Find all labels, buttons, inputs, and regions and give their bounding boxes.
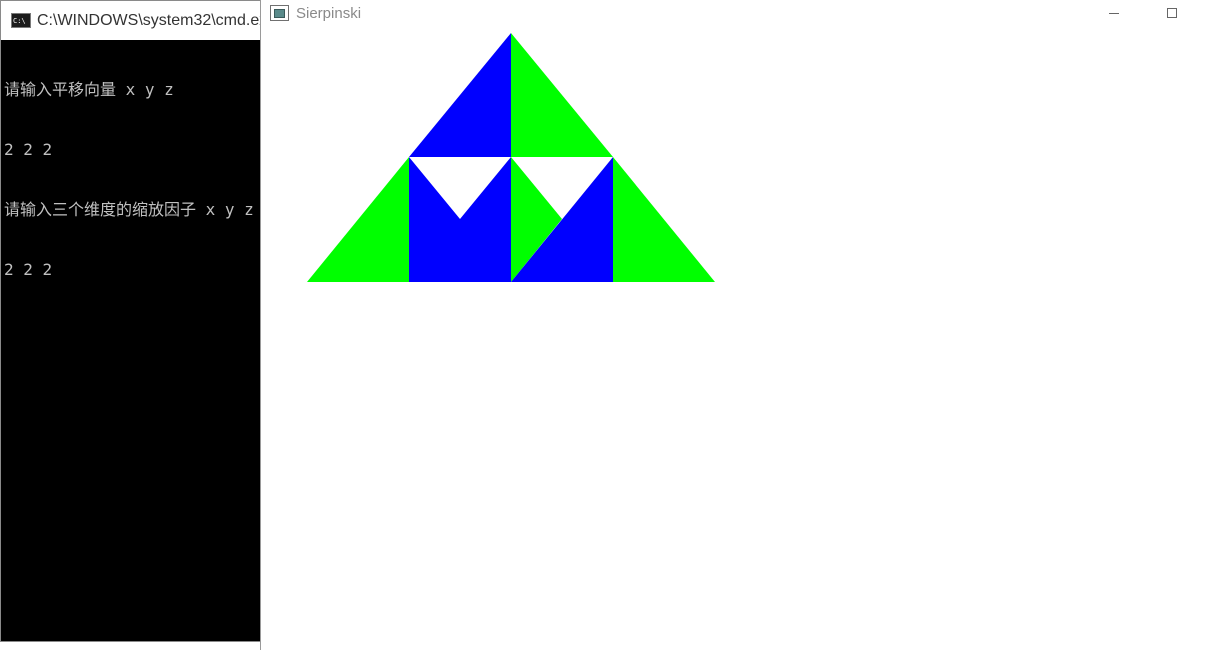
maximize-button[interactable]	[1152, 0, 1192, 26]
application-icon-screen	[274, 8, 285, 18]
triangle-top-left-blue	[409, 33, 511, 157]
triangle-outer-right-green	[613, 157, 715, 282]
cmd-icon: C:\	[11, 13, 31, 28]
triangle-outer-left-green	[307, 157, 409, 282]
sierpinski-window[interactable]: Sierpinski	[260, 0, 1218, 650]
sierpinski-window-title: Sierpinski	[296, 4, 362, 22]
console-line-input-translation: 2 2 2	[4, 140, 53, 159]
maximize-icon	[1167, 8, 1177, 18]
application-icon	[270, 5, 289, 21]
cmd-titlebar[interactable]: C:\ C:\WINDOWS\system32\cmd.exe	[1, 1, 261, 40]
minimize-button[interactable]	[1094, 0, 1134, 26]
triangle-top-right-green	[511, 33, 613, 157]
console-line-input-scale: 2 2 2	[4, 260, 53, 279]
cmd-window-title: C:\WINDOWS\system32\cmd.exe	[37, 11, 261, 29]
quad-inner-left-blue	[409, 157, 511, 282]
sierpinski-titlebar[interactable]: Sierpinski	[261, 0, 1218, 26]
cmd-console-output[interactable]: 请输入平移向量 x y z 2 2 2 请输入三个维度的缩放因子 x y z 2…	[1, 40, 262, 320]
console-line-prompt-translation: 请输入平移向量 x y z	[4, 80, 174, 99]
minimize-icon	[1109, 12, 1119, 14]
cmd-window[interactable]: C:\ C:\WINDOWS\system32\cmd.exe 请输入平移向量 …	[0, 0, 262, 642]
render-canvas	[307, 33, 715, 282]
console-line-prompt-scale: 请输入三个维度的缩放因子 x y z	[4, 200, 254, 219]
svg-text:C:\: C:\	[13, 17, 26, 25]
